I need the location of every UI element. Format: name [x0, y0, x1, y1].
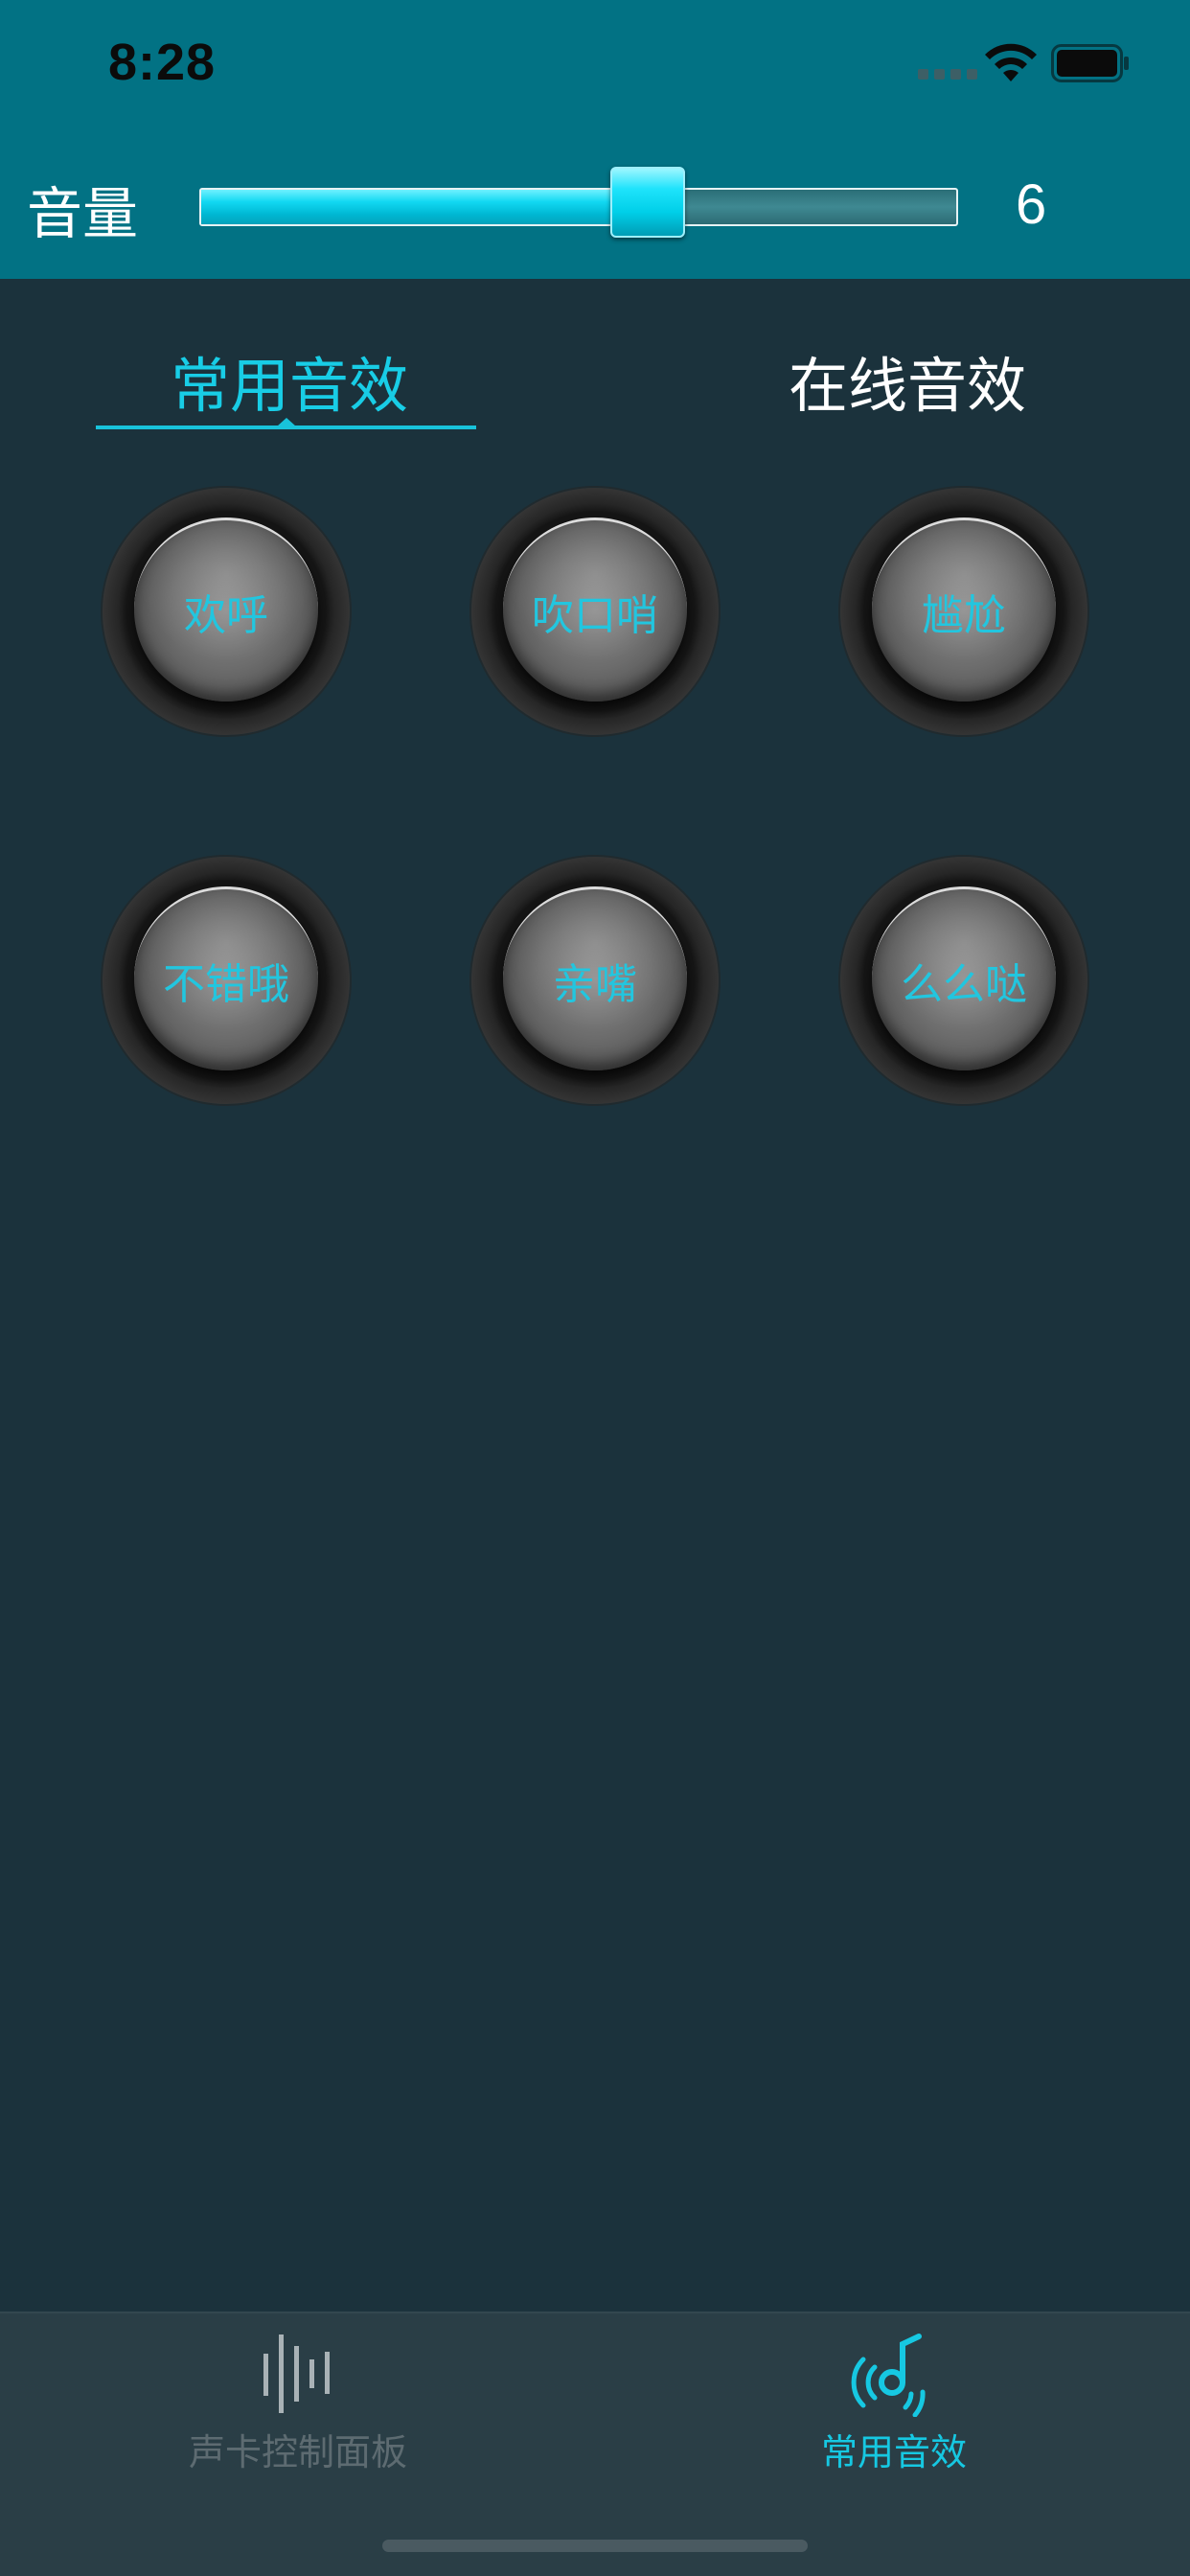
- sound-effect-button[interactable]: 么么哒: [840, 857, 1087, 1104]
- header: 8:28 音量 6: [0, 0, 1190, 279]
- volume-value: 6: [1016, 173, 1047, 236]
- tabbar-item-sound-card-panel[interactable]: 声卡控制面板: [135, 2313, 461, 2486]
- knob: 亲嘴: [503, 886, 687, 1070]
- tabbar-item-label: 常用音效: [820, 2431, 967, 2473]
- cellular-signal-icon: [918, 69, 977, 80]
- sound-effect-label: 亲嘴: [553, 959, 637, 1009]
- tab-online-effects[interactable]: 在线音效: [789, 337, 1026, 424]
- wifi-icon: [985, 43, 1037, 81]
- music-note-waves-icon: [851, 2334, 926, 2417]
- sound-effect-label: 不错哦: [163, 959, 289, 1009]
- knob: 不错哦: [134, 886, 318, 1070]
- status-time: 8:28: [108, 34, 217, 91]
- bottom-tab-bar: 声卡控制面板 常用音效: [0, 2312, 1190, 2576]
- battery-icon: [1051, 44, 1129, 82]
- sound-effect-label: 吹口哨: [532, 590, 658, 640]
- sound-effect-button[interactable]: 亲嘴: [471, 857, 719, 1104]
- sound-effect-button[interactable]: 欢呼: [103, 488, 350, 735]
- knob: 欢呼: [134, 518, 318, 702]
- sound-effect-label: 尴尬: [922, 590, 1006, 640]
- sound-effect-button[interactable]: 尴尬: [840, 488, 1087, 735]
- sound-effect-label: 么么哒: [901, 959, 1027, 1009]
- volume-slider[interactable]: [199, 167, 958, 238]
- volume-slider-fill: [201, 190, 649, 224]
- tabbar-item-label: 声卡控制面板: [188, 2431, 407, 2473]
- volume-label: 音量: [27, 181, 139, 246]
- sound-effect-button[interactable]: 吹口哨: [471, 488, 719, 735]
- active-tab-caret: [277, 418, 296, 426]
- knob: 吹口哨: [503, 518, 687, 702]
- home-indicator: [382, 2540, 808, 2552]
- knob: 尴尬: [872, 518, 1056, 702]
- sound-bars-icon: [263, 2334, 330, 2413]
- tab-common-effects[interactable]: 常用音效: [171, 337, 408, 424]
- volume-slider-thumb[interactable]: [610, 167, 686, 238]
- knob: 么么哒: [872, 886, 1056, 1070]
- sound-effect-label: 欢呼: [184, 590, 268, 640]
- tabbar-item-common-effects[interactable]: 常用音效: [731, 2313, 1057, 2486]
- sound-effect-button[interactable]: 不错哦: [103, 857, 350, 1104]
